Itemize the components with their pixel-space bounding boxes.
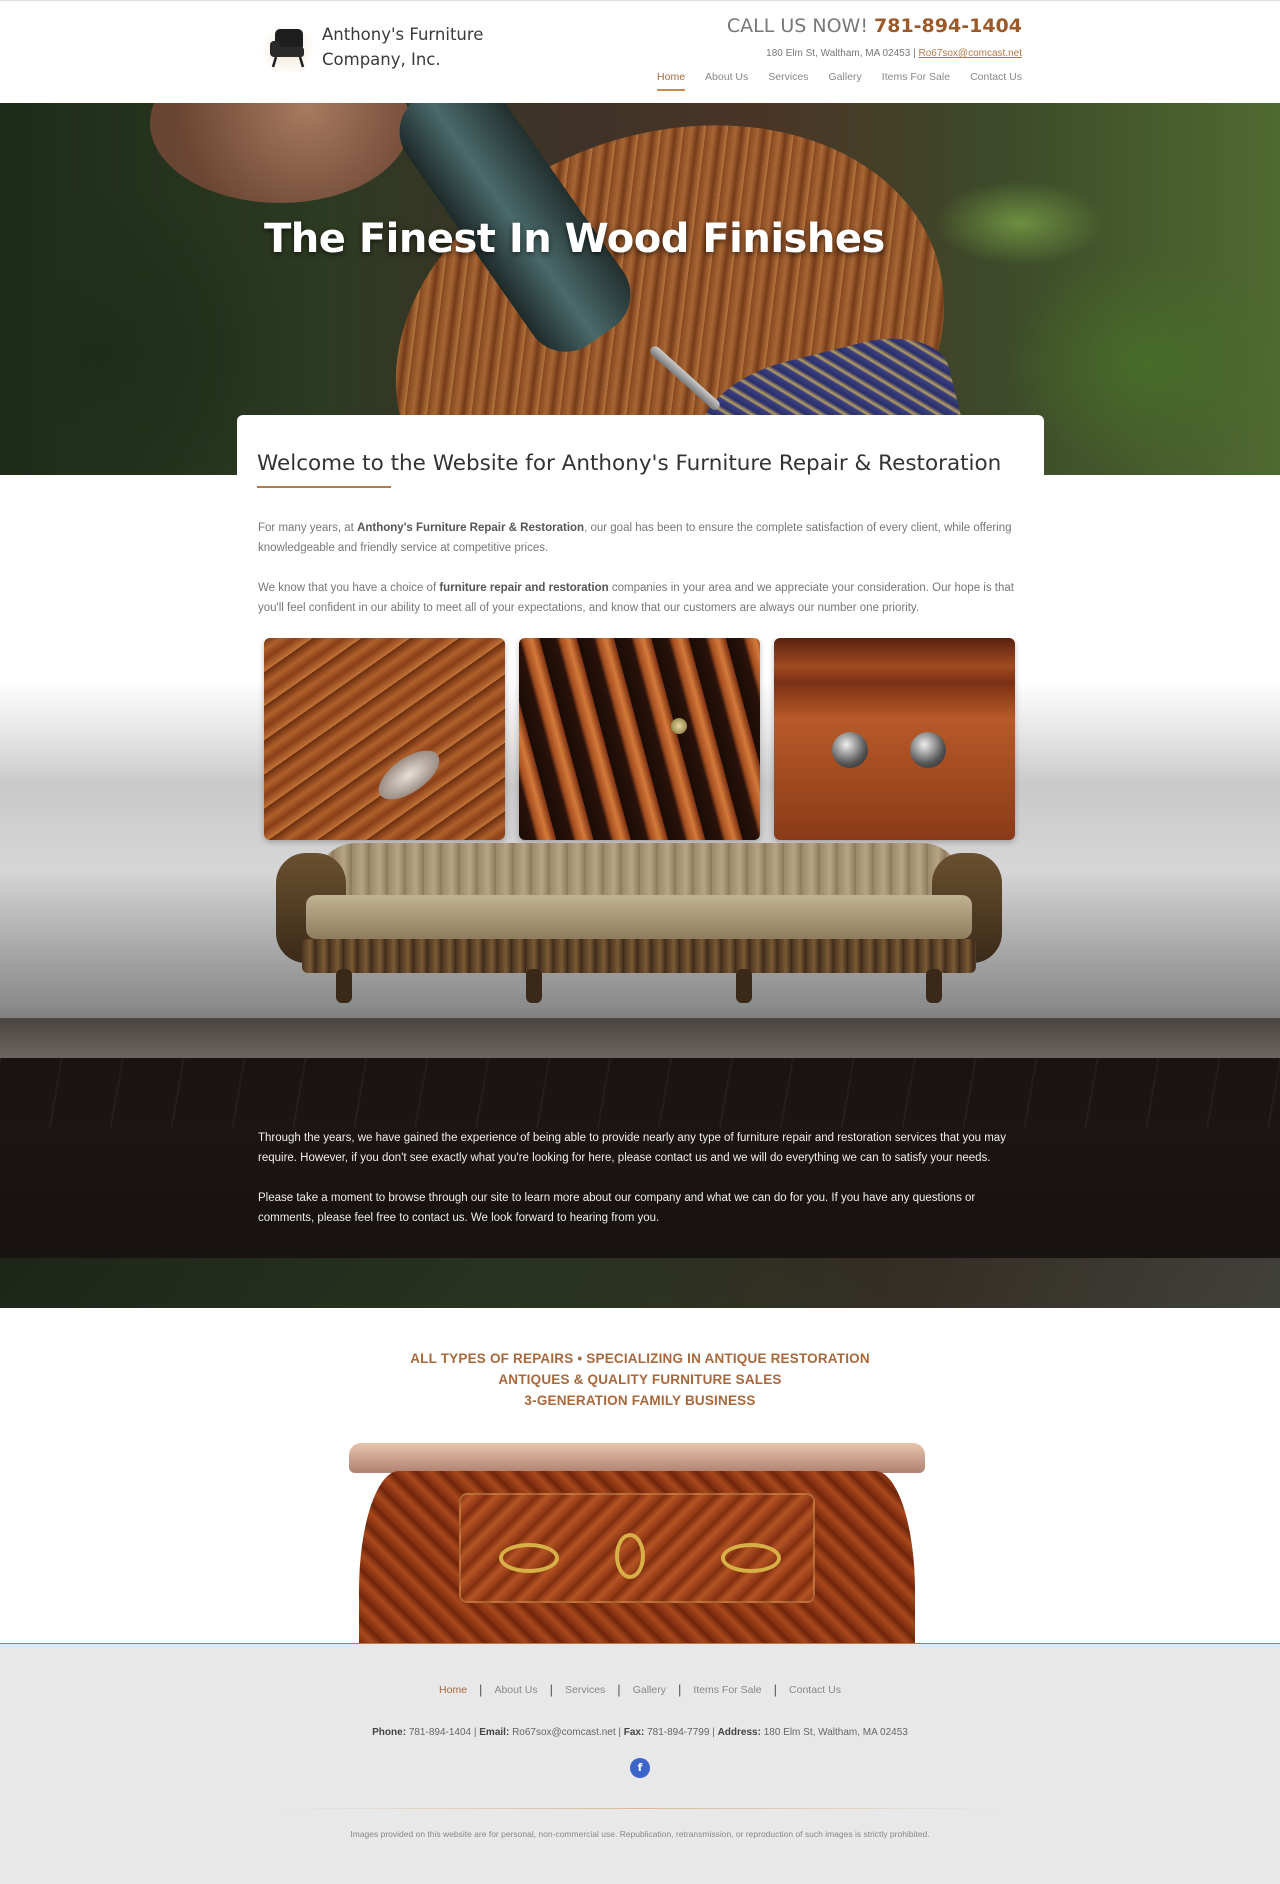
welcome-card: Welcome to the Website for Anthony's Fur… (237, 415, 1044, 488)
image-tiles (264, 638, 1015, 840)
experience-paragraph-1: Through the years, we have gained the ex… (258, 1132, 1006, 1164)
footer-contact-info: Phone: 781-894-1404 | Email: Ro67sox@com… (0, 1727, 1280, 1738)
footer-nav-about-us[interactable]: About Us (494, 1684, 537, 1696)
sofa-leg (736, 969, 752, 1003)
experience-text: Through the years, we have gained the ex… (258, 1128, 1018, 1248)
brand-line-1: Anthony's Furniture (322, 25, 484, 44)
chest-handle-right (721, 1543, 781, 1573)
specialty-line-2: ANTIQUES & QUALITY FURNITURE SALES (498, 1372, 782, 1387)
knob-left (832, 732, 868, 768)
footer-nav-services[interactable]: Services (565, 1684, 605, 1696)
floor-shadow (0, 1018, 1280, 1058)
facebook-icon[interactable]: f (630, 1758, 650, 1778)
experience-section: Through the years, we have gained the ex… (0, 1058, 1280, 1308)
call-us: CALL US NOW! 781-894-1404 (727, 15, 1022, 37)
chest-keyhole (615, 1533, 645, 1579)
footer-nav-home[interactable]: Home (439, 1684, 467, 1696)
footer-nav-gallery[interactable]: Gallery (633, 1684, 666, 1696)
intro-p2-start: We know that you have a choice of (258, 582, 440, 594)
chest-marble-top (349, 1443, 925, 1473)
site-header: Anthony's Furniture Company, Inc. CALL U… (0, 0, 1280, 103)
main-nav: Home About Us Services Gallery Items For… (657, 71, 1022, 91)
sofa-leg (526, 969, 542, 1003)
site-footer: Home | About Us | Services | Gallery | I… (0, 1643, 1280, 1884)
contact-separator: | (712, 1727, 715, 1738)
sofa-seat (306, 895, 972, 939)
hero-hand-image (150, 103, 410, 203)
nav-services[interactable]: Services (768, 71, 808, 91)
address-label: Address: (717, 1727, 761, 1738)
brand-line-2: Company, Inc. (322, 50, 441, 69)
specialty-line-1: ALL TYPES OF REPAIRS • SPECIALIZING IN A… (410, 1351, 870, 1366)
experience-paragraph-2: Please take a moment to browse through o… (258, 1192, 976, 1224)
footer-nav-items-for-sale[interactable]: Items For Sale (693, 1684, 761, 1696)
footer-fax: 781-894-7799 (647, 1727, 710, 1738)
armchair-icon (262, 21, 314, 73)
footer-divider (275, 1808, 1005, 1809)
logo-link[interactable]: Anthony's Furniture Company, Inc. (262, 21, 483, 73)
specialties-section: ALL TYPES OF REPAIRS • SPECIALIZING IN A… (0, 1308, 1280, 1643)
cabinet-knobs-image (774, 638, 1015, 840)
chest-handle-left (499, 1543, 559, 1573)
footer-nav-separator: | (479, 1682, 483, 1697)
nav-home[interactable]: Home (657, 71, 686, 91)
footer-phone[interactable]: 781-894-1404 (409, 1727, 471, 1738)
drawer-handle-image (264, 638, 505, 840)
footer-nav-contact-us[interactable]: Contact Us (789, 1684, 841, 1696)
footer-nav-separator: | (677, 1682, 682, 1697)
contact-separator: | (473, 1727, 477, 1738)
footer-email[interactable]: Ro67sox@comcast.net (512, 1727, 616, 1738)
nav-gallery[interactable]: Gallery (829, 71, 862, 91)
knob-right (910, 732, 946, 768)
showcase-section (0, 638, 1280, 1058)
address-separator: | (913, 48, 916, 59)
fax-label: Fax: (623, 1727, 645, 1738)
address-text: 180 Elm St, Waltham, MA 02453 (766, 48, 911, 59)
nav-contact-us[interactable]: Contact Us (970, 71, 1022, 91)
footer-nav-separator: | (549, 1682, 554, 1697)
intro-p1-start: For many years, at (258, 522, 358, 534)
specialty-line-3: 3-GENERATION FAMILY BUSINESS (524, 1393, 756, 1408)
sofa-leg (926, 969, 942, 1003)
nav-items-for-sale[interactable]: Items For Sale (882, 71, 950, 91)
footer-nav: Home | About Us | Services | Gallery | I… (0, 1644, 1280, 1697)
header-address: 180 Elm St, Waltham, MA 02453 | Ro67sox@… (766, 48, 1022, 59)
footer-nav-separator: | (617, 1682, 621, 1697)
sofa-frame (302, 939, 976, 973)
antique-sofa-image (276, 843, 1002, 1003)
cabinet-door-image (519, 638, 760, 840)
sofa-back (316, 843, 962, 903)
welcome-heading: Welcome to the Website for Anthony's Fur… (257, 451, 1002, 476)
email-link[interactable]: Ro67sox@comcast.net (918, 48, 1022, 59)
call-prefix: CALL US NOW! (726, 15, 868, 37)
phone-label: Phone: (372, 1727, 407, 1738)
intro-p2-bold: furniture repair and restoration (439, 582, 609, 594)
email-label: Email: (479, 1727, 510, 1738)
footer-nav-separator: | (773, 1682, 778, 1697)
brand-name: Anthony's Furniture Company, Inc. (322, 22, 483, 72)
intro-paragraph-2: We know that you have a choice of furnit… (258, 578, 1024, 618)
intro-text: For many years, at Anthony's Furniture R… (237, 488, 1044, 618)
phone-link[interactable]: 781-894-1404 (874, 15, 1022, 37)
heading-underline (257, 486, 391, 488)
nav-about-us[interactable]: About Us (705, 71, 748, 91)
footer-address: 180 Elm St, Waltham, MA 02453 (763, 1727, 908, 1738)
intro-p1-bold: Anthony's Furniture Repair & Restoration (357, 522, 585, 534)
intro-paragraph-1: For many years, at Anthony's Furniture R… (258, 518, 1024, 558)
sofa-leg (336, 969, 352, 1003)
contact-separator: | (618, 1727, 621, 1738)
footer-disclaimer: Images provided on this website are for … (350, 1829, 930, 1839)
hero-title: The Finest In Wood Finishes (264, 216, 885, 262)
antique-chest-image (349, 1443, 925, 1643)
